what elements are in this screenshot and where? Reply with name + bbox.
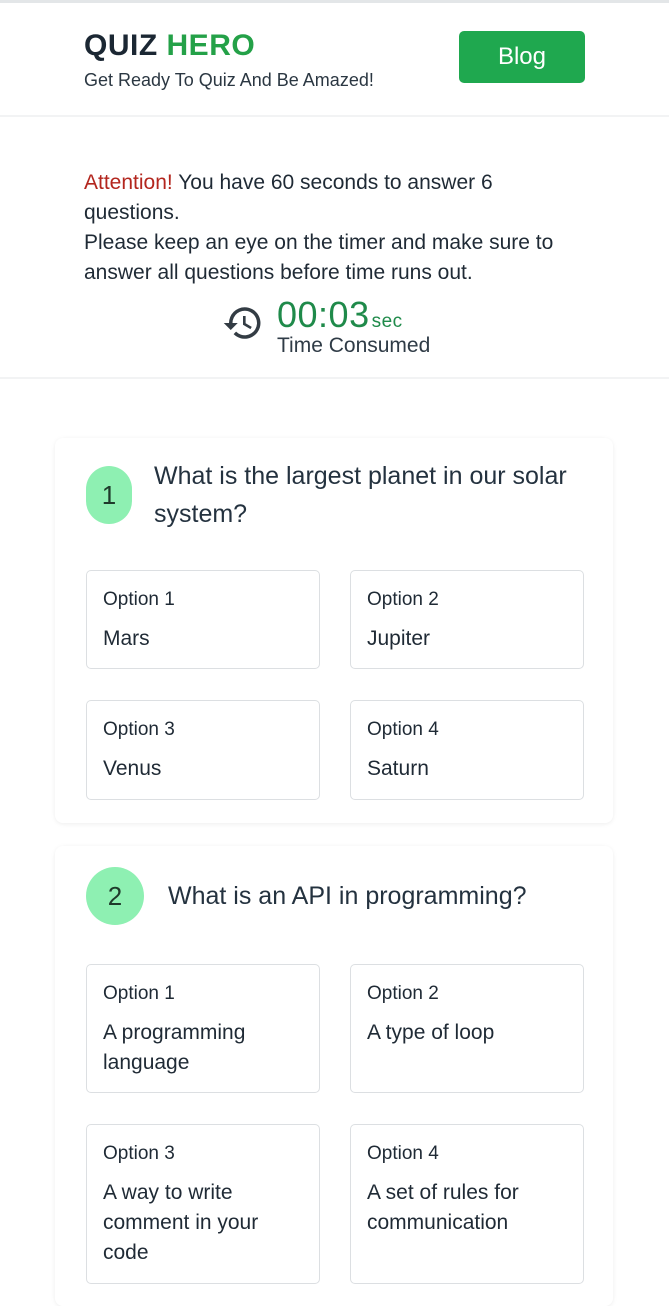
option-label: Option 2 [367, 589, 439, 610]
option-text: A type of loop [367, 1021, 495, 1044]
question-text: What is the largest planet in our solar … [154, 462, 567, 528]
question-number-badge: 1 [86, 466, 132, 524]
timer-value: 00:03 sec [277, 294, 403, 336]
option-label: Option 1 [103, 983, 175, 1004]
timer-unit: sec [371, 311, 403, 332]
question-2-option-3[interactable]: Option 3 A way to write comment in your … [86, 1124, 320, 1284]
question-number-badge: 2 [86, 867, 144, 925]
question-2-option-2[interactable]: Option 2 A type of loop [350, 964, 584, 1093]
site-header: QUIZ HERO Get Ready To Quiz And Be Amaze… [0, 3, 669, 117]
question-1-option-4[interactable]: Option 4 Saturn [350, 700, 584, 800]
attention-notice: Attention! You have 60 seconds to answer… [84, 168, 584, 288]
history-icon [223, 307, 261, 339]
tagline: Get Ready To Quiz And Be Amazed! [84, 70, 374, 90]
option-text: Venus [103, 757, 162, 780]
option-label: Option 2 [367, 983, 439, 1004]
question-card-2: 2 What is an API in programming? Option … [55, 846, 613, 1306]
blog-button[interactable]: Blog [459, 31, 585, 83]
question-2-option-4[interactable]: Option 4 A set of rules for communicatio… [350, 1124, 584, 1284]
option-text: A set of rules for communication [367, 1181, 519, 1234]
notice-line-2: Please keep an eye on the timer and make… [84, 231, 554, 284]
option-label: Option 1 [103, 589, 175, 610]
option-label: Option 3 [103, 1143, 175, 1164]
section-divider [0, 377, 669, 379]
logo-word-hero: HERO [166, 29, 256, 62]
option-label: Option 4 [367, 1143, 439, 1164]
question-card-1: 1 What is the largest planet in our sola… [55, 438, 613, 823]
question-1-option-2[interactable]: Option 2 Jupiter [350, 570, 584, 669]
question-2-option-1[interactable]: Option 1 A programming language [86, 964, 320, 1093]
option-label: Option 3 [103, 719, 175, 740]
question-1-option-1[interactable]: Option 1 Mars [86, 570, 320, 669]
logo[interactable]: QUIZ HERO [84, 29, 255, 63]
option-text: Jupiter [367, 627, 431, 650]
option-text: A programming language [103, 1021, 246, 1074]
logo-word-quiz: QUIZ [84, 29, 158, 62]
question-1-option-3[interactable]: Option 3 Venus [86, 700, 320, 800]
attention-label: Attention! [84, 171, 173, 194]
timer-digits: 00:03 [277, 294, 370, 335]
option-label: Option 4 [367, 719, 439, 740]
timer-label: Time Consumed [277, 334, 431, 357]
question-text: What is an API in programming? [168, 882, 527, 910]
option-text: Mars [103, 627, 150, 650]
option-text: Saturn [367, 757, 429, 780]
option-text: A way to write comment in your code [103, 1181, 259, 1264]
